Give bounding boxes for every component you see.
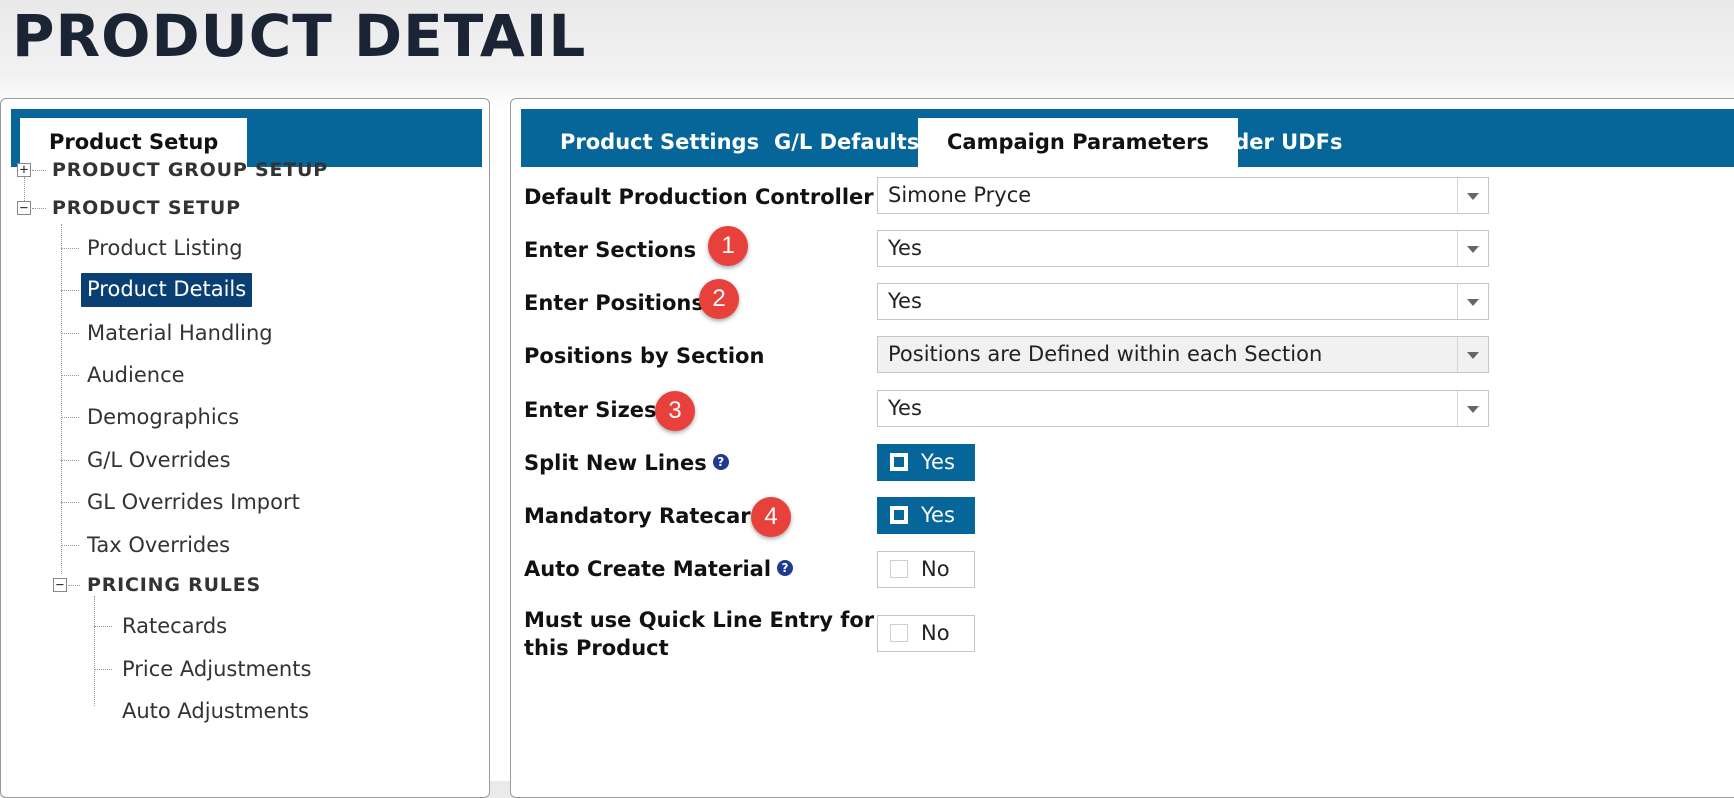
enter-sections-value: Yes	[888, 236, 922, 260]
chevron-down-icon[interactable]	[1457, 391, 1488, 426]
enter-positions-select[interactable]: Yes	[877, 283, 1489, 320]
tree-item-pricing-rules[interactable]: PRICING RULES	[87, 574, 261, 596]
collapse-icon[interactable]: −	[53, 578, 67, 592]
enter-positions-label: Enter Positions	[524, 291, 704, 315]
tree-item-product-group-setup[interactable]: PRODUCT GROUP SETUP	[52, 159, 328, 181]
tree-item-tax-overrides[interactable]: Tax Overrides	[87, 533, 230, 557]
quick-line-entry-value: No	[921, 621, 950, 645]
auto-create-material-value: No	[921, 557, 950, 581]
tree-connector	[61, 375, 79, 376]
enter-positions-value: Yes	[888, 289, 922, 313]
tree-connector	[61, 248, 79, 249]
tree-connector	[61, 460, 79, 461]
tree-connector	[61, 545, 79, 546]
left-panel: Product Setup + PRODUCT GROUP SETUP − PR…	[0, 98, 490, 798]
mandatory-ratecard-toggle[interactable]: Yes	[877, 497, 975, 534]
tree-connector	[94, 669, 112, 670]
chevron-down-icon[interactable]	[1457, 337, 1488, 372]
split-new-lines-text: Split New Lines	[524, 451, 707, 475]
enter-sizes-value: Yes	[888, 396, 922, 420]
tree-item-audience[interactable]: Audience	[87, 363, 185, 387]
step-badge-3: 3	[655, 391, 695, 431]
tree-item-ratecards[interactable]: Ratecards	[122, 614, 227, 638]
collapse-icon[interactable]: −	[17, 201, 31, 215]
step-badge-1: 1	[708, 226, 748, 266]
tree-connector	[94, 626, 112, 627]
tree-item-demographics[interactable]: Demographics	[87, 405, 239, 429]
tab-order-udfs[interactable]: Order UDFs	[1177, 118, 1371, 167]
checkbox-unchecked-icon	[890, 624, 908, 642]
tree-connector	[94, 596, 95, 706]
checkbox-checked-icon	[890, 453, 908, 471]
quick-line-entry-toggle[interactable]: No	[877, 615, 975, 652]
default-production-controller-value: Simone Pryce	[888, 183, 1032, 207]
tree-connector	[32, 170, 46, 171]
step-badge-2: 2	[699, 279, 739, 319]
auto-create-material-toggle[interactable]: No	[877, 551, 975, 588]
tree-connector	[32, 208, 46, 209]
checkbox-checked-icon	[890, 506, 908, 524]
mandatory-ratecard-label: Mandatory Ratecard	[524, 504, 766, 528]
tree-connector	[61, 502, 79, 503]
chevron-down-icon[interactable]	[1457, 284, 1488, 319]
chevron-down-icon[interactable]	[1457, 178, 1488, 213]
enter-sections-select[interactable]: Yes	[877, 230, 1489, 267]
step-badge-4: 4	[751, 497, 791, 537]
help-icon[interactable]: ?	[777, 560, 794, 576]
tree-item-product-listing[interactable]: Product Listing	[87, 236, 243, 260]
tree-connector	[61, 333, 79, 334]
default-production-controller-label: Default Production Controller	[524, 185, 874, 209]
split-new-lines-value: Yes	[921, 450, 955, 474]
checkbox-unchecked-icon	[890, 560, 908, 578]
expand-icon[interactable]: +	[17, 163, 31, 177]
tree-item-gl-overrides-import[interactable]: GL Overrides Import	[87, 490, 300, 514]
tree-item-product-details[interactable]: Product Details	[81, 273, 253, 307]
enter-sections-label: Enter Sections	[524, 238, 697, 262]
right-panel: Product Settings G/L Defaults Campaign P…	[510, 98, 1734, 798]
tree-item-gl-overrides[interactable]: G/L Overrides	[87, 448, 231, 472]
auto-create-material-text: Auto Create Material	[524, 557, 772, 581]
tree-item-price-adjustments[interactable]: Price Adjustments	[122, 657, 311, 681]
chevron-down-icon[interactable]	[1457, 231, 1488, 266]
enter-sizes-label: Enter Sizes	[524, 398, 657, 422]
tree-connector	[61, 417, 79, 418]
tree-item-material-handling[interactable]: Material Handling	[87, 321, 273, 345]
split-new-lines-toggle[interactable]: Yes	[877, 444, 975, 481]
quick-line-entry-label-line2: this Product	[524, 636, 669, 660]
tree-connector	[61, 224, 62, 574]
positions-by-section-value: Positions are Defined within each Sectio…	[888, 342, 1323, 366]
auto-create-material-label: Auto Create Material?	[524, 554, 794, 584]
tree-connector	[61, 290, 79, 291]
tree-item-product-setup[interactable]: PRODUCT SETUP	[52, 197, 241, 219]
positions-by-section-label: Positions by Section	[524, 344, 765, 368]
positions-by-section-select[interactable]: Positions are Defined within each Sectio…	[877, 336, 1489, 373]
quick-line-entry-label-line1: Must use Quick Line Entry for	[524, 608, 875, 632]
tree-item-auto-adjustments[interactable]: Auto Adjustments	[122, 699, 309, 723]
enter-sizes-select[interactable]: Yes	[877, 390, 1489, 427]
mandatory-ratecard-value: Yes	[921, 503, 955, 527]
default-production-controller-select[interactable]: Simone Pryce	[877, 177, 1489, 214]
split-new-lines-label: Split New Lines?	[524, 448, 729, 478]
help-icon[interactable]: ?	[712, 454, 729, 470]
page-title: PRODUCT DETAIL	[12, 2, 587, 70]
right-tab-bar: Product Settings G/L Defaults Campaign P…	[521, 109, 1734, 167]
tree-connector	[68, 585, 80, 586]
